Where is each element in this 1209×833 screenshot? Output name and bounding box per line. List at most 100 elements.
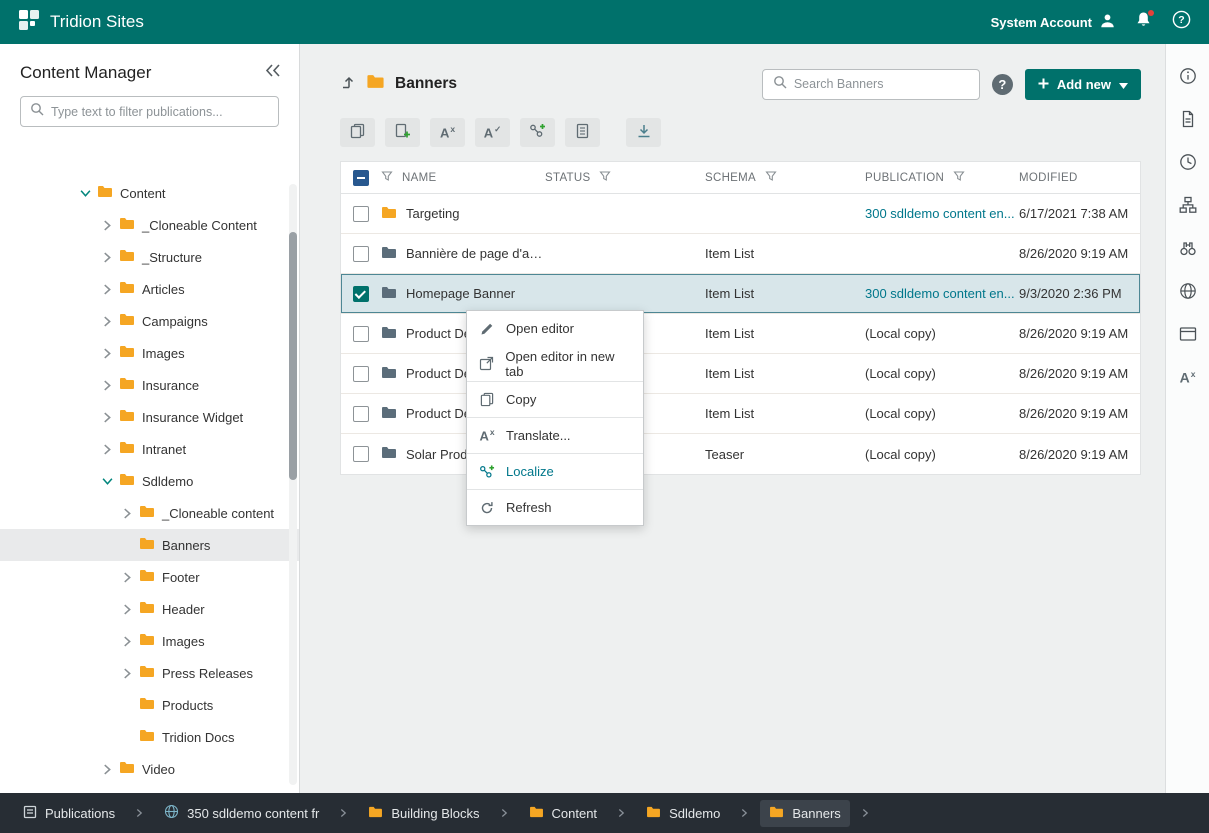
search-input[interactable] [794,77,969,91]
menu-item-open-editor-new-tab[interactable]: Open editor in new tab [467,346,643,381]
menu-item-refresh[interactable]: Refresh [467,490,643,525]
publication-filter-input[interactable] [51,105,269,119]
chevron-right-icon[interactable] [122,572,132,583]
menu-item-translate[interactable]: Ax Translate... [467,418,643,453]
column-header-name[interactable]: NAME [402,172,436,184]
breadcrumb-item-publication[interactable]: 350 sdldemo content fr [155,798,328,828]
publication-filter-box[interactable] [20,96,279,127]
menu-item-localize[interactable]: Localize [467,454,643,489]
publication-link[interactable]: 300 sdldemo content en... [865,206,1019,221]
filter-funnel-icon[interactable] [765,170,777,185]
chevron-right-icon[interactable] [102,348,112,359]
chevron-right-icon[interactable] [122,604,132,615]
brand[interactable]: Tridion Sites [18,9,144,36]
copy-button[interactable] [340,118,375,147]
filter-funnel-icon[interactable] [599,170,611,185]
menu-item-open-editor[interactable]: Open editor [467,311,643,346]
tree-item-structure[interactable]: _Structure [0,241,299,273]
row-checkbox[interactable] [353,246,369,262]
chevron-right-icon[interactable] [122,508,132,519]
column-header-schema[interactable]: SCHEMA [705,172,756,184]
structure-sitemap-button[interactable] [1178,195,1198,215]
table-row[interactable]: Product Det... Item List (Local copy) 8/… [341,314,1140,354]
tree-item-cloneable-content-sdldemo[interactable]: _Cloneable content [0,497,299,529]
breadcrumb-item-publications[interactable]: Publications [14,799,124,828]
table-row[interactable]: Bannière de page d'acc... Item List 8/26… [341,234,1140,274]
translate-button[interactable]: Ax [430,118,465,147]
help-button[interactable]: ? [1172,10,1191,34]
info-button[interactable] [1178,66,1198,86]
chevron-right-icon[interactable] [102,316,112,327]
tree-item-cloneable-content[interactable]: _Cloneable Content [0,209,299,241]
tree-item-tridion-docs[interactable]: Tridion Docs [0,721,299,753]
breadcrumb-item-banners[interactable]: Banners [760,800,849,827]
sidebar-collapse-button[interactable] [262,61,283,85]
new-item-button[interactable] [385,118,420,147]
breadcrumb-item-content[interactable]: Content [520,800,607,827]
globe-button[interactable] [1178,281,1198,301]
column-header-publication[interactable]: PUBLICATION [865,172,944,184]
sidebar-scrollbar-thumb[interactable] [289,232,297,480]
table-row[interactable]: Solar Produ... Teaser (Local copy) 8/26/… [341,434,1140,474]
add-new-button[interactable]: Add new [1025,69,1141,100]
tree-item-footer[interactable]: Footer [0,561,299,593]
breadcrumb-item-building-blocks[interactable]: Building Blocks [359,800,488,827]
notifications-button[interactable] [1135,11,1152,33]
tree-item-banners[interactable]: Banners [0,529,299,561]
table-row[interactable]: Product Det... Item List (Local copy) 8/… [341,354,1140,394]
column-header-status[interactable]: STATUS [545,172,590,184]
preview-window-button[interactable] [1178,324,1198,344]
account-menu[interactable]: System Account [991,13,1115,31]
menu-item-copy[interactable]: Copy [467,382,643,417]
search-help-button[interactable]: ? [992,74,1013,95]
download-button[interactable] [626,118,661,147]
tree-item-images[interactable]: Images [0,337,299,369]
column-header-modified[interactable]: MODIFIED [1019,172,1140,184]
row-checkbox[interactable] [353,206,369,222]
tree-item-insurance-widget[interactable]: Insurance Widget [0,401,299,433]
chevron-right-icon[interactable] [102,284,112,295]
translate-button-rail[interactable]: Ax [1178,367,1198,387]
tree-item-articles[interactable]: Articles [0,273,299,305]
tree-item-insurance[interactable]: Insurance [0,369,299,401]
tree-item-content[interactable]: Content [0,177,299,209]
select-all-checkbox[interactable] [353,170,369,186]
row-checkbox[interactable] [353,326,369,342]
row-checkbox-checked[interactable] [353,286,369,302]
search-box[interactable] [762,69,980,100]
chevron-down-icon[interactable] [102,476,112,487]
tree-item-intranet[interactable]: Intranet [0,433,299,465]
table-row-selected[interactable]: Homepage Banner Item List 300 sdldemo co… [341,274,1140,314]
go-up-level-button[interactable] [340,74,356,95]
tree-item-press-releases[interactable]: Press Releases [0,657,299,689]
document-button[interactable] [1178,109,1198,129]
sidebar-scrollbar[interactable] [289,184,297,785]
row-checkbox[interactable] [353,446,369,462]
chevron-right-icon[interactable] [102,444,112,455]
localize-button[interactable] [520,118,555,147]
chevron-right-icon[interactable] [122,636,132,647]
chevron-right-icon[interactable] [102,252,112,263]
chevron-right-icon[interactable] [102,220,112,231]
tree-item-products[interactable]: Products [0,689,299,721]
document-lines-button[interactable] [565,118,600,147]
history-clock-button[interactable] [1178,152,1198,172]
translation-status-button[interactable]: A✓ [475,118,510,147]
tree-item-video[interactable]: Video [0,753,299,785]
chevron-right-icon[interactable] [102,764,112,775]
row-checkbox[interactable] [353,406,369,422]
tree-item-campaigns[interactable]: Campaigns [0,305,299,337]
chevron-right-icon[interactable] [122,668,132,679]
tree-item-header[interactable]: Header [0,593,299,625]
chevron-right-icon[interactable] [102,412,112,423]
filter-funnel-icon[interactable] [953,170,965,185]
binoculars-search-button[interactable] [1178,238,1198,258]
table-row[interactable]: Product Det... Item List (Local copy) 8/… [341,394,1140,434]
breadcrumb-item-sdldemo[interactable]: Sdldemo [637,800,729,827]
tree-item-images-sdldemo[interactable]: Images [0,625,299,657]
tree-item-sdldemo[interactable]: Sdldemo [0,465,299,497]
table-row[interactable]: Targeting 300 sdldemo content en... 6/17… [341,194,1140,234]
publication-link[interactable]: 300 sdldemo content en... [865,286,1019,301]
chevron-right-icon[interactable] [102,380,112,391]
row-checkbox[interactable] [353,366,369,382]
